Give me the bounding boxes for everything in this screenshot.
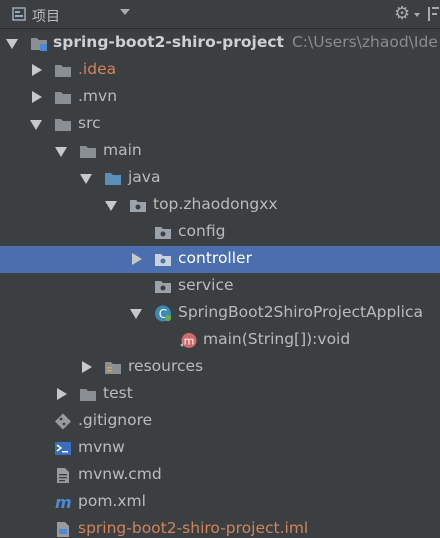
tree-item-label: SpringBoot2ShiroProjectApplica (178, 303, 423, 321)
expand-arrow-icon[interactable] (32, 91, 42, 103)
gear-icon[interactable]: ⚙ (394, 3, 410, 24)
tree-item-service[interactable]: service (0, 273, 440, 300)
collapse-arrow-icon[interactable] (55, 147, 67, 157)
collapse-arrow-icon[interactable] (80, 174, 92, 184)
folder-icon (55, 92, 71, 104)
tree-item-label: spring-boot2-shiro-project C:\Users\zhaod… (53, 33, 438, 51)
collapse-arrow-icon[interactable] (105, 201, 117, 211)
tree-item-label: .mvn (78, 87, 118, 105)
source-folder-icon (105, 173, 121, 185)
tree-item-mvn[interactable]: .mvn (0, 84, 440, 111)
collapse-arrow-icon[interactable] (6, 39, 18, 49)
maven-icon: m (55, 494, 72, 511)
project-view-title[interactable]: 项目 (32, 6, 60, 26)
tree-item-label: test (103, 384, 133, 402)
tree-item-mvnw-cmd[interactable]: mvnw.cmd (0, 462, 440, 489)
package-icon (130, 200, 146, 212)
text-file-icon (57, 468, 69, 483)
package-icon (155, 281, 171, 293)
module-file-icon (57, 522, 69, 537)
tree-item-label: pom.xml (78, 492, 146, 510)
svg-text:m: m (55, 494, 72, 511)
expand-arrow-icon[interactable] (132, 253, 142, 265)
gear-dropdown-icon[interactable] (414, 13, 420, 17)
tree-item-label: spring-boot2-shiro-project.iml (78, 519, 309, 537)
tree-item-resources[interactable]: resources (0, 354, 440, 381)
git-icon (55, 413, 71, 430)
spring-boot-class-icon: C (155, 305, 172, 322)
tree-item-main-method[interactable]: m main(String[]):void (0, 327, 440, 354)
project-tree[interactable]: spring-boot2-shiro-project C:\Users\zhaod… (0, 30, 440, 538)
folder-icon (80, 146, 96, 158)
hide-panel-icon[interactable] (426, 5, 440, 23)
tree-item-config[interactable]: config (0, 219, 440, 246)
folder-icon (80, 389, 96, 401)
tree-item-label: top.zhaodongxx (153, 195, 278, 213)
expand-arrow-icon[interactable] (32, 64, 42, 76)
folder-icon (55, 65, 71, 77)
view-mode-dropdown-icon[interactable] (120, 9, 130, 15)
method-icon: m (180, 333, 197, 348)
tree-item-label: src (78, 114, 101, 132)
tree-item-test[interactable]: test (0, 381, 440, 408)
resources-folder-icon (105, 362, 121, 374)
package-icon (155, 254, 171, 266)
svg-text:m: m (184, 335, 195, 348)
tree-item-label: .idea (78, 60, 117, 78)
tree-item-src[interactable]: src (0, 111, 440, 138)
tree-item-pom[interactable]: m pom.xml (0, 489, 440, 516)
tree-item-gitignore[interactable]: .gitignore (0, 408, 440, 435)
project-tool-window-header: 项目 ⚙ (0, 0, 440, 29)
tree-item-java[interactable]: java (0, 165, 440, 192)
tree-item-iml[interactable]: spring-boot2-shiro-project.iml (0, 516, 440, 538)
tree-item-package[interactable]: top.zhaodongxx (0, 192, 440, 219)
folder-icon (55, 119, 71, 131)
tree-item-label: java (128, 168, 161, 186)
tree-item-application-class[interactable]: C SpringBoot2ShiroProjectApplica (0, 300, 440, 327)
tree-item-idea[interactable]: .idea (0, 57, 440, 84)
project-view-icon (12, 7, 26, 21)
tree-item-label: main (103, 141, 142, 159)
tree-item-label: service (178, 276, 234, 294)
tree-item-label: controller (178, 249, 252, 267)
tree-item-controller[interactable]: controller (0, 246, 440, 273)
terminal-icon (55, 442, 71, 455)
collapse-arrow-icon[interactable] (130, 309, 142, 319)
module-folder-icon (31, 38, 47, 51)
package-icon (155, 227, 171, 239)
tree-item-label: mvnw.cmd (78, 465, 162, 483)
collapse-arrow-icon[interactable] (30, 120, 42, 130)
tree-item-label: config (178, 222, 226, 240)
tree-item-label: main(String[]):void (203, 330, 351, 348)
tree-item-label: mvnw (78, 438, 125, 456)
expand-arrow-icon[interactable] (57, 388, 67, 400)
tree-item-project-root[interactable]: spring-boot2-shiro-project C:\Users\zhaod… (0, 30, 440, 57)
tree-item-label: resources (128, 357, 204, 375)
tree-item-label: .gitignore (78, 411, 153, 429)
tree-item-main[interactable]: main (0, 138, 440, 165)
expand-arrow-icon[interactable] (82, 361, 92, 373)
tree-item-mvnw[interactable]: mvnw (0, 435, 440, 462)
